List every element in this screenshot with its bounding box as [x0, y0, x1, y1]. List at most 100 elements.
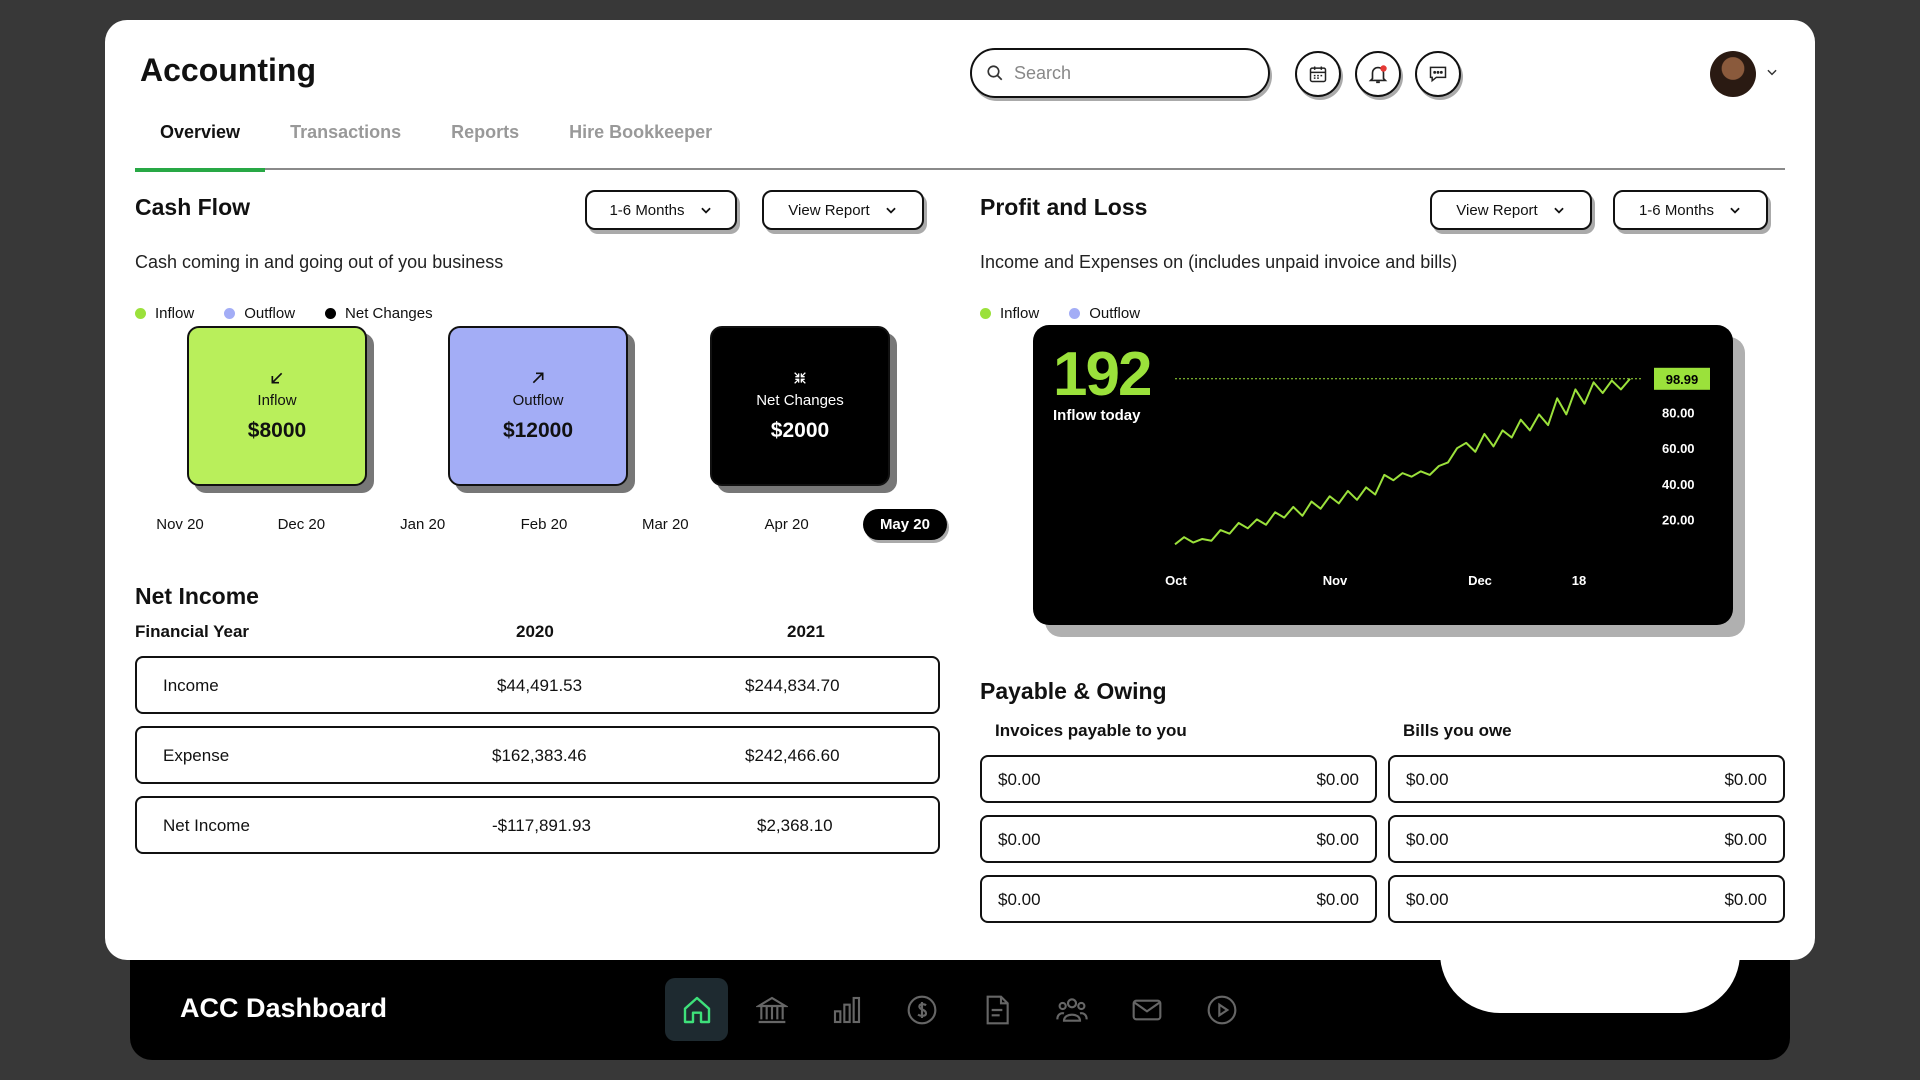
- x-tick-label: Nov: [1323, 573, 1348, 588]
- payable-title: Payable & Owing: [980, 678, 1167, 704]
- dropdown-label: 1-6 Months: [1638, 201, 1715, 219]
- document-icon: [986, 995, 1009, 1024]
- cash-flow-title: Cash Flow: [135, 194, 251, 220]
- dock-documents-button[interactable]: [965, 978, 1028, 1041]
- profit-loss-range-dropdown[interactable]: 1-6 Months: [1613, 190, 1768, 230]
- row-2020-value: $162,383.46: [492, 746, 587, 765]
- collapse-icon: [794, 371, 806, 384]
- month-chip[interactable]: Feb 20: [499, 516, 589, 533]
- legend-outflow: Outflow: [224, 305, 295, 322]
- play-icon: [1207, 995, 1236, 1024]
- bill-row[interactable]: $0.00 $0.00: [1388, 755, 1785, 803]
- cash-flow-report-dropdown[interactable]: View Report: [762, 190, 924, 230]
- dropdown-label: View Report: [788, 201, 870, 219]
- line-chart-svg: 98.99 80.00 60.00 40.00 20.00 Oct Nov Dec 18: [1165, 367, 1710, 588]
- search-box[interactable]: [970, 48, 1270, 98]
- dropdown-label: 1-6 Months: [609, 201, 685, 219]
- inflow-dot: [135, 308, 146, 319]
- chevron-down-icon: [1730, 207, 1740, 214]
- dock-play-button[interactable]: [1190, 978, 1253, 1041]
- dock-team-button[interactable]: [1040, 978, 1103, 1041]
- invoice-row[interactable]: $0.00 $0.00: [980, 815, 1377, 863]
- legend-inflow: Inflow: [135, 305, 194, 322]
- bill-amount: $0.00: [1406, 890, 1449, 909]
- tab-hire-bookkeeper[interactable]: Hire Bookkeeper: [544, 110, 737, 170]
- inflow-card[interactable]: Inflow $8000: [187, 326, 367, 486]
- search-input[interactable]: [1014, 62, 1254, 84]
- y-tick-label: 40.00: [1662, 477, 1695, 492]
- month-chip[interactable]: Dec 20: [256, 516, 346, 533]
- tab-reports[interactable]: Reports: [426, 110, 544, 170]
- x-tick-label: Oct: [1165, 573, 1187, 588]
- row-2020-value: -$117,891.93: [492, 816, 591, 835]
- cash-flow-subtitle: Cash coming in and going out of you busi…: [135, 252, 504, 272]
- table-row: Income $44,491.53 $244,834.70: [135, 656, 940, 714]
- dock-mail-button[interactable]: [1115, 978, 1178, 1041]
- dock-payments-button[interactable]: [890, 978, 953, 1041]
- y-tick-label: 20.00: [1662, 512, 1695, 527]
- outflow-dot: [224, 308, 236, 319]
- legend-label: Inflow: [1000, 305, 1040, 322]
- bar-chart-icon: [833, 996, 860, 1023]
- dock-home-button[interactable]: [665, 978, 728, 1041]
- user-avatar[interactable]: [1710, 51, 1756, 97]
- month-chip-selected[interactable]: May 20: [862, 509, 947, 540]
- dock-bank-button[interactable]: [740, 978, 803, 1041]
- arrow-up-right-icon: [532, 372, 544, 383]
- notification-bell-icon: [1368, 65, 1388, 84]
- chevron-down-icon: [1554, 207, 1564, 214]
- profit-loss-chart: 192 Inflow today 98.99 80.00 60.00 40.00 20.…: [1033, 325, 1733, 625]
- net-income-title: Net Income: [135, 583, 259, 609]
- invoice-row[interactable]: $0.00 $0.00: [980, 875, 1377, 923]
- invoice-row[interactable]: $0.00 $0.00: [980, 755, 1377, 803]
- calendar-button[interactable]: [1295, 51, 1341, 97]
- inflow-dot: [980, 308, 991, 319]
- bill-amount: $0.00: [1724, 890, 1767, 909]
- page-title: Accounting: [140, 52, 316, 88]
- bills-header: Bills you owe: [1403, 721, 1512, 740]
- calendar-icon: [1309, 66, 1327, 83]
- arrow-down-left-icon: [271, 372, 283, 383]
- dock-reports-button[interactable]: [815, 978, 878, 1041]
- cash-flow-range-dropdown[interactable]: 1-6 Months: [585, 190, 737, 230]
- net-changes-value: $2000: [770, 418, 830, 442]
- invoice-amount: $0.00: [998, 830, 1041, 849]
- chat-icon: [1429, 66, 1447, 83]
- bill-row[interactable]: $0.00 $0.00: [1388, 815, 1785, 863]
- profit-loss-report-dropdown[interactable]: View Report: [1430, 190, 1592, 230]
- bill-row[interactable]: $0.00 $0.00: [1388, 875, 1785, 923]
- dock-title: ACC Dashboard: [180, 993, 388, 1023]
- notifications-button[interactable]: [1355, 51, 1401, 97]
- row-2021-value: $244,834.70: [745, 676, 840, 695]
- month-chip[interactable]: Apr 20: [742, 516, 832, 533]
- chevron-down-icon: [886, 207, 896, 214]
- bill-amount: $0.00: [1406, 770, 1449, 789]
- chat-button[interactable]: [1415, 51, 1461, 97]
- legend-outflow: Outflow: [1069, 305, 1140, 322]
- search-icon: [987, 65, 1003, 81]
- invoice-amount: $0.00: [1316, 770, 1359, 789]
- dollar-icon: [907, 995, 936, 1024]
- tab-transactions[interactable]: Transactions: [265, 110, 426, 170]
- month-chip[interactable]: Jan 20: [378, 516, 468, 533]
- tab-overview[interactable]: Overview: [135, 110, 266, 172]
- month-selector: Nov 20 Dec 20 Jan 20 Feb 20 Mar 20 Apr 2…: [135, 509, 947, 540]
- x-tick-label: Dec: [1468, 573, 1492, 588]
- outflow-card[interactable]: Outflow $12000: [448, 326, 628, 486]
- row-label: Expense: [163, 746, 230, 765]
- legend-label: Outflow: [1089, 305, 1141, 322]
- profit-loss-subtitle: Income and Expenses on (includes unpaid …: [980, 252, 1458, 272]
- invoice-amount: $0.00: [1316, 830, 1359, 849]
- chevron-down-icon: [700, 207, 711, 214]
- chevron-down-icon[interactable]: [1765, 65, 1779, 79]
- month-chip[interactable]: Mar 20: [620, 516, 710, 533]
- legend-inflow: Inflow: [980, 305, 1039, 322]
- net-changes-card[interactable]: Net Changes $2000: [710, 326, 890, 486]
- outflow-dot: [1069, 308, 1081, 319]
- month-chip[interactable]: Nov 20: [135, 516, 225, 533]
- profit-loss-title: Profit and Loss: [980, 194, 1148, 220]
- invoices-header: Invoices payable to you: [995, 721, 1187, 740]
- table-row: Net Income -$117,891.93 $2,368.10: [135, 796, 940, 854]
- team-icon: [1055, 997, 1088, 1022]
- x-tick-label: 18: [1572, 573, 1586, 588]
